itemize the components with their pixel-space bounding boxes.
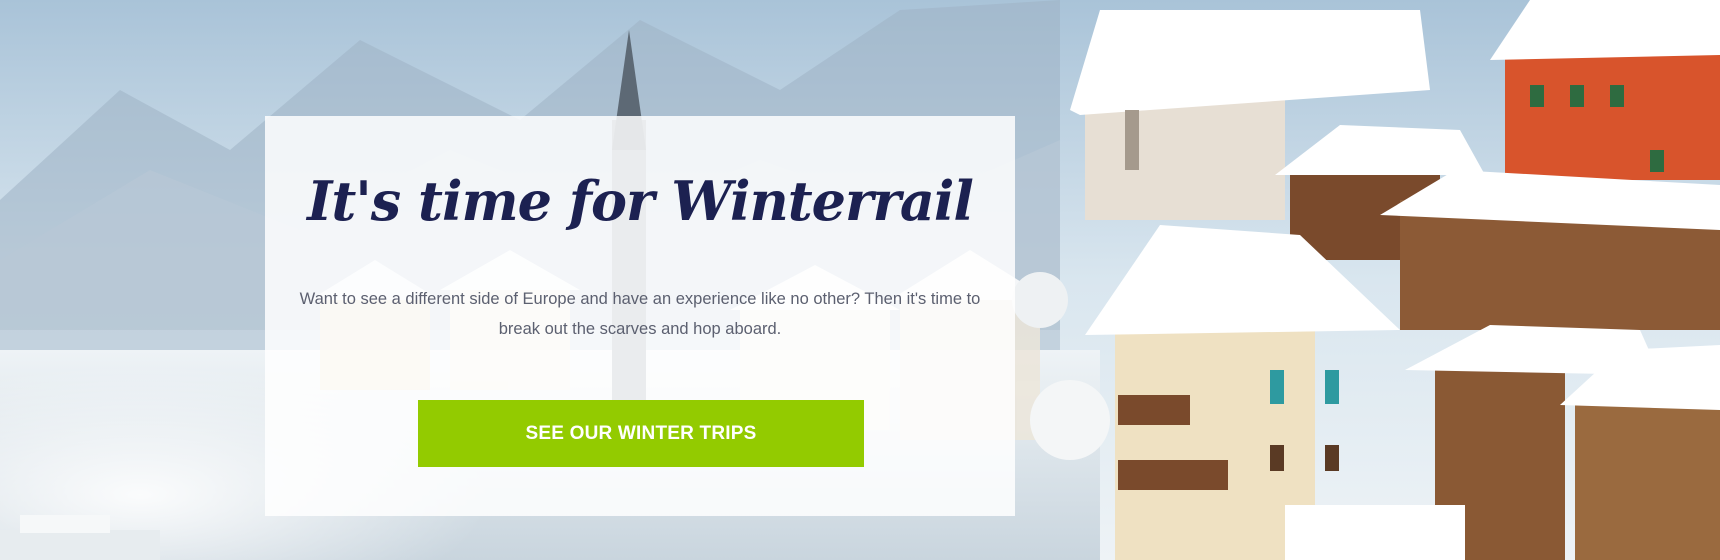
promo-card: It's time for Winterrail Want to see a d… [265,116,1015,516]
hero-description: Want to see a different side of Europe a… [299,290,981,338]
winterrail-hero: It's time for Winterrail Want to see a d… [0,0,1720,560]
see-winter-trips-button[interactable]: SEE OUR WINTER TRIPS [418,400,864,467]
hero-title: It's time for Winterrail [307,169,974,233]
